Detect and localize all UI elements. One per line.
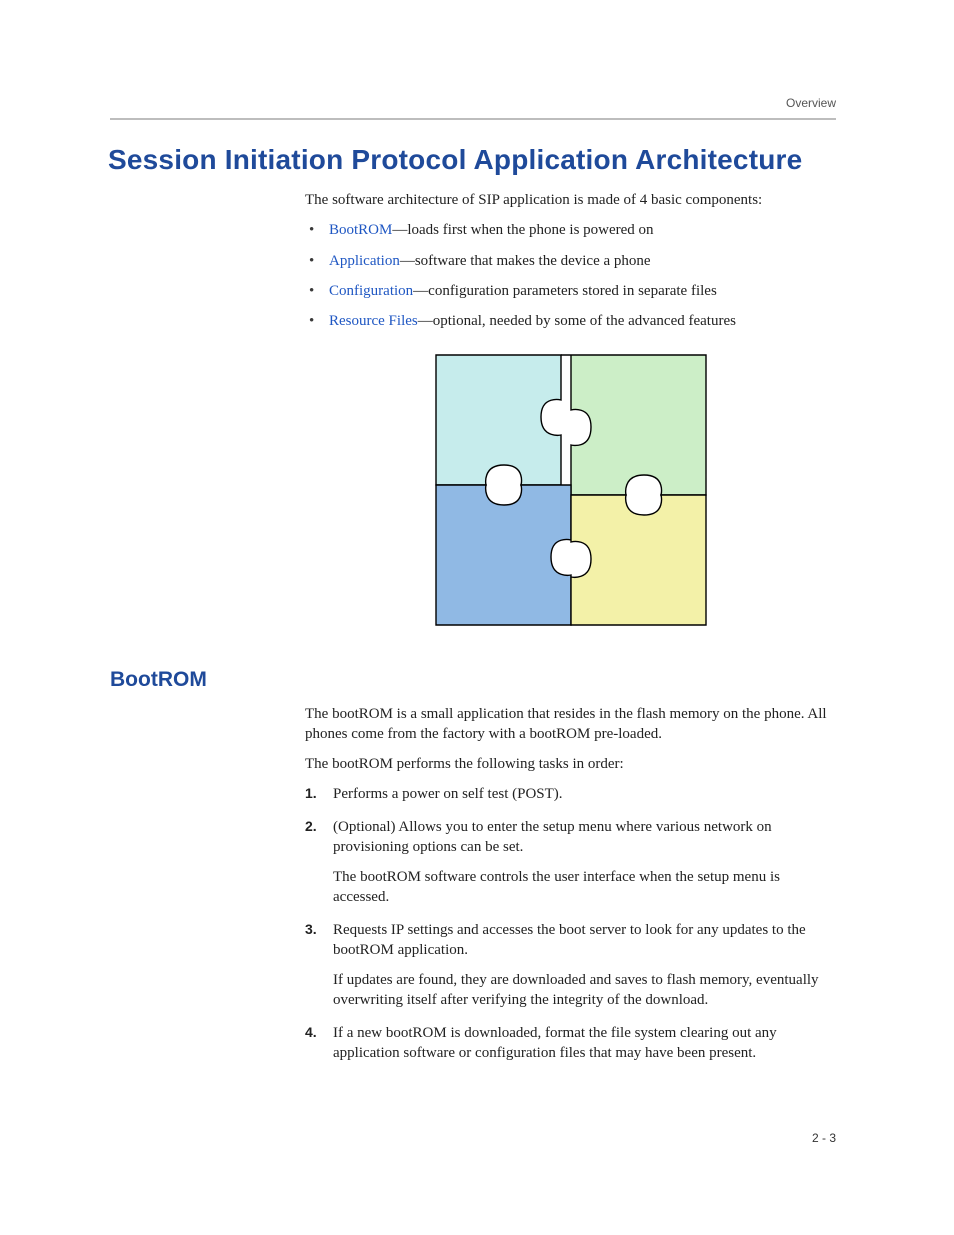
- header-rule: [110, 118, 836, 120]
- step-text: Performs a power on self test (POST).: [333, 784, 836, 804]
- list-item-text: —optional, needed by some of the advance…: [418, 313, 736, 329]
- puzzle-piece-top-right: [561, 355, 706, 495]
- section-heading-bootrom: BootROM: [110, 668, 836, 692]
- list-item-text: —configuration parameters stored in sepa…: [413, 283, 717, 299]
- step-item: Requests IP settings and accesses the bo…: [305, 920, 836, 1011]
- step-text: The bootROM software controls the user i…: [333, 867, 836, 908]
- intro-paragraph: The software architecture of SIP applica…: [305, 190, 836, 210]
- page-title: Session Initiation Protocol Application …: [108, 144, 836, 176]
- bootrom-paragraph-1: The bootROM is a small application that …: [305, 704, 836, 745]
- component-list: BootROM—loads first when the phone is po…: [305, 220, 836, 331]
- step-text: Requests IP settings and accesses the bo…: [333, 920, 836, 961]
- step-text: If updates are found, they are downloade…: [333, 970, 836, 1011]
- list-item: Resource Files—optional, needed by some …: [305, 311, 836, 331]
- puzzle-piece-top-left: [436, 355, 561, 485]
- step-item: Performs a power on self test (POST).: [305, 784, 836, 804]
- step-item: (Optional) Allows you to enter the setup…: [305, 817, 836, 908]
- puzzle-piece-bottom-right: [571, 495, 706, 625]
- link-configuration[interactable]: Configuration: [329, 283, 413, 299]
- bootrom-paragraph-2: The bootROM performs the following tasks…: [305, 754, 836, 774]
- list-item-text: —software that makes the device a phone: [400, 253, 651, 269]
- list-item: BootROM—loads first when the phone is po…: [305, 220, 836, 240]
- list-item: Application—software that makes the devi…: [305, 251, 836, 271]
- puzzle-figure: [305, 345, 836, 641]
- step-text: If a new bootROM is downloaded, format t…: [333, 1023, 836, 1064]
- step-item: If a new bootROM is downloaded, format t…: [305, 1023, 836, 1064]
- list-item: Configuration—configuration parameters s…: [305, 281, 836, 301]
- bootrom-steps: Performs a power on self test (POST). (O…: [305, 784, 836, 1063]
- page-number: 2 - 3: [812, 1131, 836, 1145]
- list-item-text: —loads first when the phone is powered o…: [392, 222, 653, 238]
- header-section-label: Overview: [786, 96, 836, 110]
- step-text: (Optional) Allows you to enter the setup…: [333, 817, 836, 858]
- puzzle-piece-bottom-left: [436, 485, 571, 625]
- link-application[interactable]: Application: [329, 253, 400, 269]
- link-bootrom[interactable]: BootROM: [329, 222, 392, 238]
- link-resource-files[interactable]: Resource Files: [329, 313, 418, 329]
- puzzle-icon: [426, 345, 716, 635]
